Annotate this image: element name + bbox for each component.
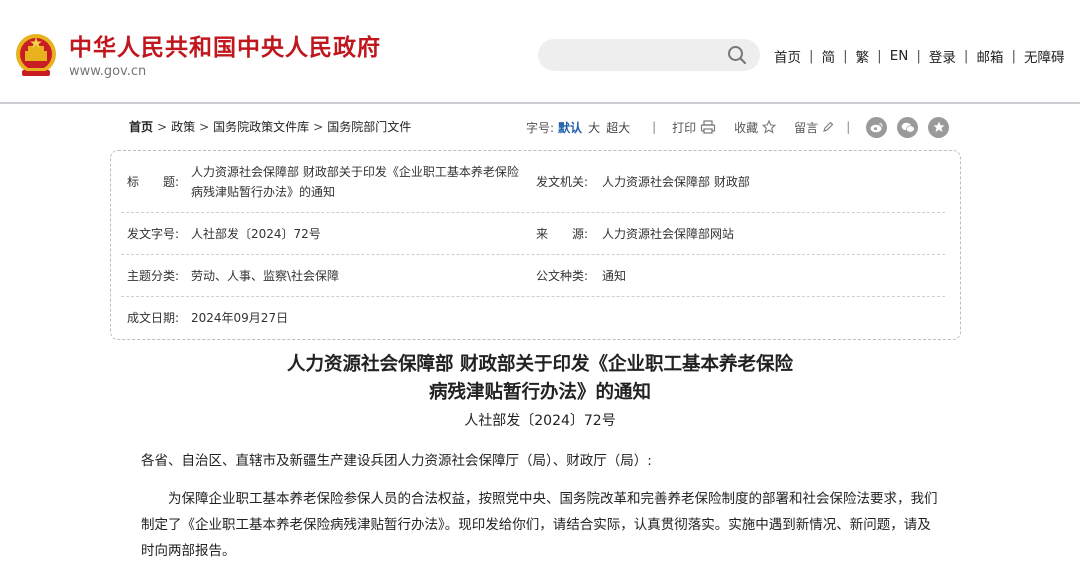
nav-separator: |: [916, 48, 921, 64]
info-row-title: 标 题: 人力资源社会保障部 财政部关于印发《企业职工基本养老保险 病残津贴暂行…: [121, 151, 945, 213]
source-key: 来 源:: [536, 227, 589, 241]
header-divider: [0, 102, 1080, 104]
star-icon: [762, 120, 777, 134]
doctype-key: 公文种类:: [536, 269, 589, 283]
printer-icon: [701, 120, 716, 134]
search-icon[interactable]: [726, 44, 748, 66]
nav-mail[interactable]: 邮箱: [976, 46, 1003, 66]
topic-value: 劳动、人事、监察\社会保障: [191, 269, 340, 283]
date-key: 成文日期:: [127, 311, 180, 325]
topic-key: 主题分类:: [127, 269, 180, 283]
breadcrumb-separator: >: [199, 120, 210, 134]
nav-separator: |: [809, 48, 814, 64]
nav-home[interactable]: 首页: [774, 46, 801, 66]
nav-simplified[interactable]: 简: [822, 46, 836, 66]
document-info-table: 标 题: 人力资源社会保障部 财政部关于印发《企业职工基本养老保险 病残津贴暂行…: [110, 150, 961, 340]
info-row-topic: 主题分类: 劳动、人事、监察\社会保障 公文种类: 通知: [121, 255, 945, 297]
article-doc-number: 人社部发〔2024〕72号: [464, 413, 616, 429]
nav-separator: |: [843, 48, 848, 64]
tools-separator: |: [846, 120, 851, 134]
article-title-line1: 人力资源社会保障部 财政部关于印发《企业职工基本养老保险: [287, 354, 793, 375]
site-url[interactable]: www.gov.cn: [69, 64, 146, 80]
title-key: 标 题:: [127, 175, 180, 189]
print-label: 打印: [672, 120, 697, 135]
site-name[interactable]: 中华人民共和国中央人民政府: [69, 33, 381, 63]
tools-separator: |: [652, 120, 657, 134]
breadcrumb-policy-library[interactable]: 国务院政策文件库: [213, 118, 309, 136]
breadcrumb-department-docs[interactable]: 国务院部门文件: [327, 118, 411, 136]
top-nav: 首页 | 简 | 繁 | EN | 登录 | 邮箱 | 无障碍: [774, 45, 1065, 67]
comment-button[interactable]: 留言: [794, 119, 834, 136]
breadcrumb-home[interactable]: 首页: [129, 118, 153, 136]
article-salutation: 各省、自治区、直辖市及新疆生产建设兵团人力资源社会保障厅（局）、财政厅（局）:: [141, 453, 652, 469]
breadcrumb-separator: >: [157, 120, 168, 134]
article-tools: 字号: 默认 大 超大 | 打印 收藏 留言 |: [526, 114, 950, 140]
nav-separator: |: [963, 48, 969, 64]
nav-english[interactable]: EN: [890, 48, 909, 64]
font-size-default[interactable]: 默认: [558, 119, 582, 136]
site-header: 中华人民共和国中央人民政府 www.gov.cn 首页 | 简 | 繁 | EN…: [0, 0, 1080, 104]
source-value: 人力资源社会保障部网站: [602, 227, 735, 241]
article-title-line2: 病残津贴暂行办法》的通知: [428, 382, 651, 403]
nav-separator: |: [1011, 48, 1017, 64]
breadcrumb-policy[interactable]: 政策: [171, 118, 195, 136]
favorite-label: 收藏: [734, 120, 759, 135]
doctype-value: 通知: [602, 269, 627, 283]
print-button[interactable]: 打印: [672, 119, 716, 136]
date-value: 2024年09月27日: [191, 311, 289, 325]
nav-traditional[interactable]: 繁: [856, 46, 870, 66]
comment-label: 留言: [794, 120, 819, 135]
docno-value: 人社部发〔2024〕72号: [191, 227, 321, 241]
info-row-docno: 发文字号: 人社部发〔2024〕72号 来 源: 人力资源社会保障部网站: [121, 213, 945, 255]
article-body-paragraph: 为保障企业职工基本养老保险参保人员的合法权益，按照党中央、国务院改革和完善养老保…: [141, 491, 938, 559]
font-size-xlarge[interactable]: 超大: [606, 119, 630, 136]
favorite-button[interactable]: 收藏: [734, 119, 777, 136]
search-box[interactable]: [538, 39, 760, 71]
issuer-value: 人力资源社会保障部 财政部: [602, 175, 750, 189]
nav-accessibility[interactable]: 无障碍: [1024, 46, 1065, 66]
info-row-date: 成文日期: 2024年09月27日: [121, 297, 945, 339]
nav-separator: |: [877, 48, 882, 64]
nav-login[interactable]: 登录: [929, 46, 956, 66]
national-emblem-icon[interactable]: [14, 32, 58, 80]
breadcrumb-separator: >: [313, 120, 324, 134]
star-share-icon[interactable]: [928, 116, 950, 138]
issuer-key: 发文机关:: [536, 175, 589, 189]
search-input[interactable]: [552, 39, 722, 71]
breadcrumb: 首页 > 政策 > 国务院政策文件库 > 国务院部门文件: [129, 118, 411, 136]
article-title: 人力资源社会保障部 财政部关于印发《企业职工基本养老保险 病残津贴暂行办法》的通…: [0, 351, 1080, 407]
font-size-label: 字号:: [526, 120, 555, 135]
docno-key: 发文字号:: [127, 227, 180, 241]
font-size-large[interactable]: 大: [588, 119, 600, 136]
weibo-icon[interactable]: [866, 116, 888, 138]
title-value: 人力资源社会保障部 财政部关于印发《企业职工基本养老保险 病残津贴暂行办法》的通…: [191, 165, 519, 199]
wechat-icon[interactable]: [897, 116, 919, 138]
pencil-icon: [823, 121, 834, 132]
